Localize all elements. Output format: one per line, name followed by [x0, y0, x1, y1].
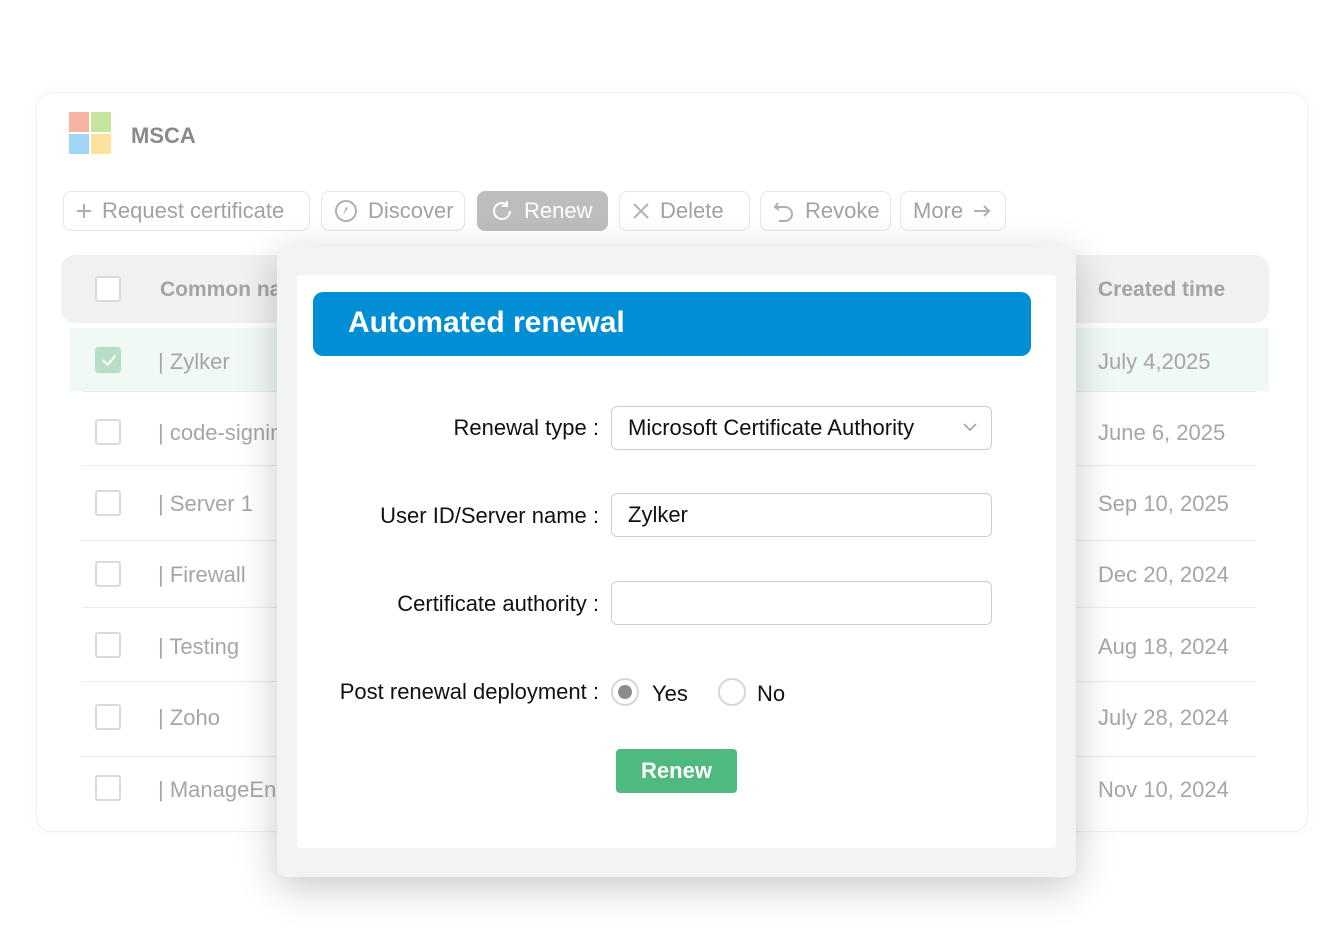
request-certificate-button[interactable]: Request certificate	[63, 191, 310, 231]
renew-toolbar-button[interactable]: Renew	[477, 191, 608, 231]
renew-toolbar-label: Renew	[524, 198, 593, 223]
row-checkbox[interactable]	[95, 704, 121, 730]
discover-label: Discover	[368, 198, 454, 223]
table-cell-common-name: | code-signing	[158, 420, 295, 445]
more-label: More	[913, 198, 964, 223]
table-cell-created-time: July 4,2025	[1098, 349, 1211, 374]
user-id-input[interactable]	[611, 493, 992, 537]
dialog-title: Automated renewal	[348, 306, 625, 339]
select-all-checkbox[interactable]	[95, 276, 121, 302]
discover-button[interactable]: Discover	[321, 191, 465, 231]
renewal-type-select[interactable]: Microsoft Certificate Authority	[611, 406, 992, 450]
compass-icon	[334, 199, 358, 223]
delete-button[interactable]: Delete	[619, 191, 750, 231]
revoke-label: Revoke	[805, 198, 880, 223]
post-renewal-yes-label: Yes	[652, 681, 688, 706]
renewal-type-value: Microsoft Certificate Authority	[628, 415, 915, 440]
more-button[interactable]: More	[900, 191, 1006, 231]
row-checkbox[interactable]	[95, 347, 121, 373]
delete-label: Delete	[660, 198, 724, 223]
app-title: MSCA	[131, 123, 196, 148]
row-checkbox[interactable]	[95, 490, 121, 516]
renew-submit-button[interactable]: Renew	[616, 749, 737, 793]
table-cell-created-time: June 6, 2025	[1098, 420, 1226, 445]
plus-icon	[76, 203, 92, 219]
chevron-down-icon	[963, 419, 977, 435]
table-cell-common-name: | Zoho	[158, 705, 220, 730]
revoke-button[interactable]: Revoke	[760, 191, 891, 231]
row-checkbox[interactable]	[95, 419, 121, 445]
table-cell-common-name: | Server 1	[158, 491, 253, 516]
table-cell-created-time: Nov 10, 2024	[1098, 777, 1229, 802]
table-cell-common-name: | ManageEngi	[158, 777, 294, 802]
post-renewal-no-radio[interactable]	[718, 678, 746, 706]
certificate-authority-label: Certificate authority :	[397, 591, 599, 616]
row-checkbox[interactable]	[95, 561, 121, 587]
refresh-icon	[490, 199, 514, 223]
post-renewal-deployment-label: Post renewal deployment :	[339, 679, 599, 704]
certificate-authority-input[interactable]	[611, 581, 992, 625]
column-header-created-time[interactable]: Created time	[1098, 278, 1225, 302]
post-renewal-yes-radio[interactable]	[611, 678, 639, 706]
user-id-label: User ID/Server name :	[380, 503, 599, 528]
table-cell-common-name: | Firewall	[158, 562, 246, 587]
renewal-type-label: Renewal type :	[453, 415, 599, 440]
microsoft-logo-icon	[69, 112, 113, 156]
table-cell-common-name: | Zylker	[158, 349, 230, 374]
close-icon	[632, 202, 650, 220]
post-renewal-no-label: No	[757, 681, 786, 706]
table-cell-common-name: | Testing	[158, 634, 240, 659]
arrow-right-icon	[973, 204, 991, 218]
row-checkbox[interactable]	[95, 775, 121, 801]
table-cell-created-time: Sep 10, 2025	[1098, 491, 1229, 516]
table-cell-created-time: Dec 20, 2024	[1098, 562, 1229, 587]
row-checkbox[interactable]	[95, 632, 121, 658]
request-certificate-label: Request certificate	[102, 198, 285, 223]
table-cell-created-time: Aug 18, 2024	[1098, 634, 1229, 659]
undo-icon	[773, 200, 795, 222]
table-cell-created-time: July 28, 2024	[1098, 705, 1229, 730]
